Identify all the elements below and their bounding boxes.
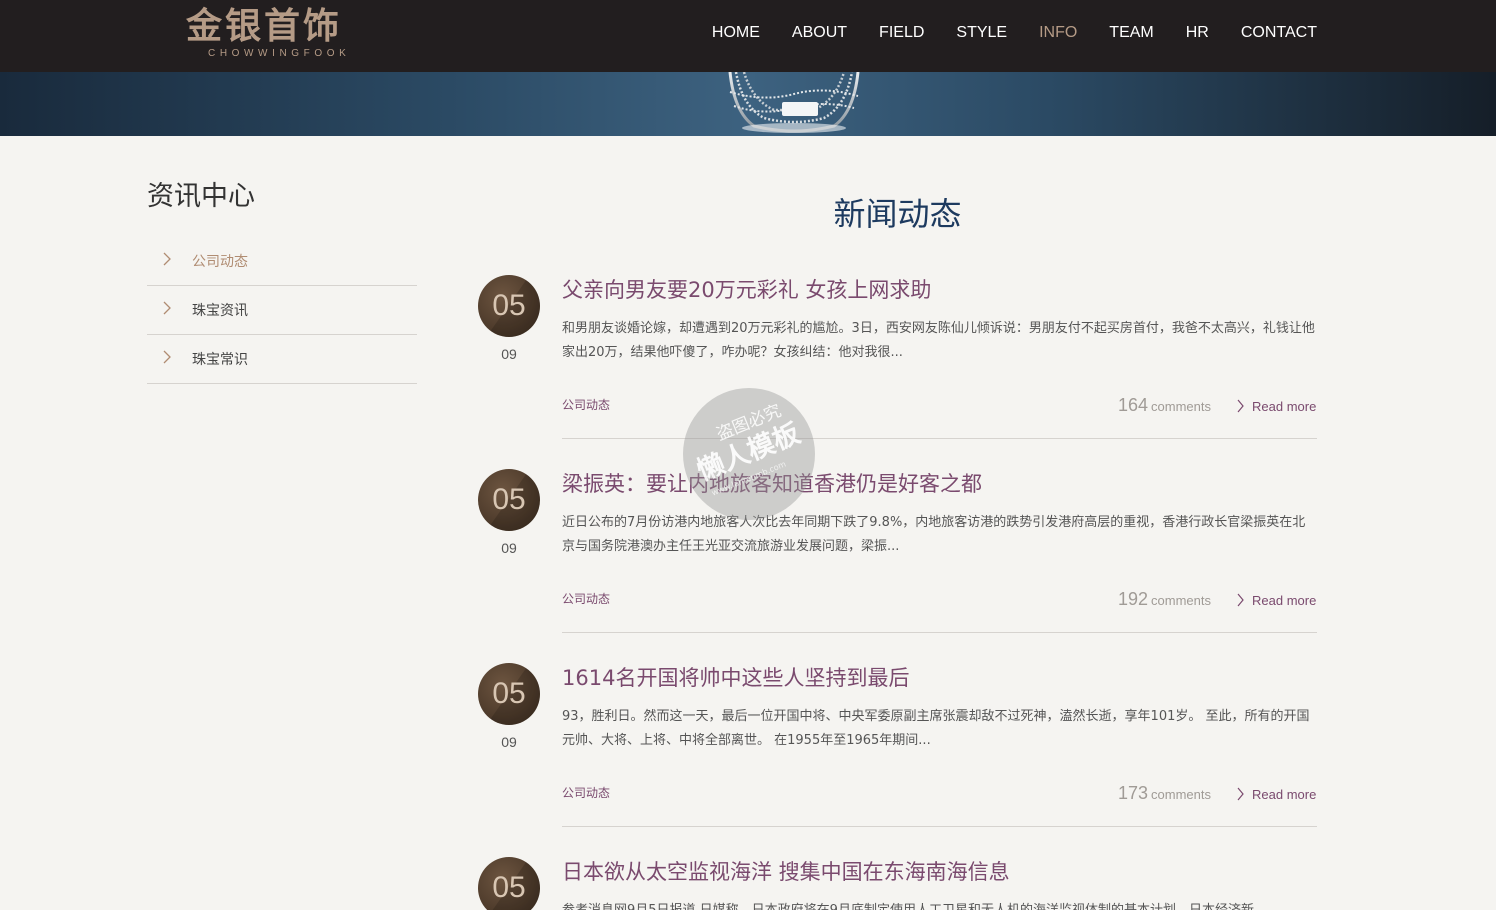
- date-day: 05: [492, 483, 526, 516]
- nav-item-about[interactable]: ABOUT: [792, 22, 847, 44]
- chevron-right-icon: [163, 252, 171, 266]
- brand-name-cn: 金银首饰: [186, 5, 343, 47]
- date-badge: 05: [478, 469, 540, 531]
- comment-word: comments: [1151, 787, 1211, 802]
- article-item: 05 09 1614名开国将帅中这些人坚持到最后 93，胜利日。然而这一天，最后…: [478, 663, 1317, 857]
- article-excerpt: 参考消息网9月5日报道 日媒称，日本政府将在9月底制定使用人工卫星和无人机的海洋…: [562, 899, 1317, 910]
- article-title[interactable]: 梁振英：要让内地旅客知道香港仍是好客之都: [562, 469, 1317, 499]
- date-day: 05: [492, 289, 526, 322]
- article-title[interactable]: 父亲向男友要20万元彩礼 女孩上网求助: [562, 275, 1317, 305]
- read-more-link[interactable]: Read more: [1236, 398, 1317, 416]
- date-badge: 05: [478, 275, 540, 337]
- chevron-right-icon: [1237, 593, 1244, 607]
- divider: [562, 438, 1317, 439]
- date-month: 09: [501, 346, 517, 362]
- sidebar-item-label: 公司动态: [192, 254, 248, 270]
- watermark-badge: 盗图必究 懒人模板 www.lanrenmb.com: [683, 388, 815, 520]
- sidebar-title: 资讯中心: [147, 181, 255, 212]
- sidebar-item-company-news[interactable]: 公司动态: [147, 237, 417, 286]
- sidebar-item-jewelry-knowledge[interactable]: 珠宝常识: [147, 335, 417, 384]
- article-excerpt: 93，胜利日。然而这一天，最后一位开国中将、中央军委原副主席张震却敌不过死神，溘…: [562, 709, 1310, 748]
- chevron-right-icon: [163, 301, 171, 315]
- brand-name-en: CHOWWINGFOOK: [208, 48, 351, 59]
- date-badge: 05: [478, 857, 540, 910]
- comment-number: 164: [1117, 395, 1149, 415]
- main-nav: HOME ABOUT FIELD STYLE INFO TEAM HR CONT…: [712, 22, 1317, 44]
- nav-item-contact[interactable]: CONTACT: [1241, 22, 1317, 44]
- chevron-right-icon: [1237, 787, 1244, 801]
- brand-logo[interactable]: 金银首饰 CHOWWINGFOOK: [186, 6, 406, 64]
- read-more-link[interactable]: Read more: [1236, 592, 1317, 610]
- site-header: 金银首饰 CHOWWINGFOOK HOME ABOUT FIELD STYLE…: [0, 0, 1496, 72]
- read-more-label: Read more: [1252, 593, 1317, 608]
- article-item: 05 09 父亲向男友要20万元彩礼 女孩上网求助 和男朋友谈婚论嫁，却遭遇到2…: [478, 275, 1317, 469]
- comment-word: comments: [1151, 399, 1211, 414]
- article-category[interactable]: 公司动态: [562, 785, 610, 801]
- divider: [562, 826, 1317, 827]
- nav-item-hr[interactable]: HR: [1186, 22, 1209, 44]
- date-day: 05: [492, 677, 526, 710]
- read-more-label: Read more: [1252, 787, 1317, 802]
- comment-number: 192: [1117, 589, 1149, 609]
- article-category[interactable]: 公司动态: [562, 591, 610, 607]
- sidebar-item-label: 珠宝常识: [192, 352, 248, 368]
- read-more-link[interactable]: Read more: [1236, 786, 1317, 804]
- nav-item-team[interactable]: TEAM: [1109, 22, 1153, 44]
- page-title: 新闻动态: [833, 195, 962, 233]
- comment-number: 173: [1117, 783, 1149, 803]
- nav-item-field[interactable]: FIELD: [879, 22, 924, 44]
- article-title[interactable]: 日本欲从太空监视海洋 搜集中国在东海南海信息: [562, 857, 1317, 887]
- article-item: 05 09 梁振英：要让内地旅客知道香港仍是好客之都 近日公布的7月份访港内地旅…: [478, 469, 1317, 663]
- comment-count: 164 comments: [1117, 393, 1211, 419]
- sidebar-item-label: 珠宝资讯: [192, 303, 248, 319]
- nav-item-style[interactable]: STYLE: [956, 22, 1007, 44]
- chevron-right-icon: [163, 350, 171, 364]
- article-title[interactable]: 1614名开国将帅中这些人坚持到最后: [562, 663, 1317, 693]
- article-excerpt: 近日公布的7月份访港内地旅客人次比去年同期下跌了9.8%，内地旅客访港的跌势引发…: [562, 515, 1306, 554]
- divider: [562, 632, 1317, 633]
- date-month: 09: [501, 540, 517, 556]
- comment-count: 173 comments: [1117, 781, 1211, 807]
- sidebar-item-jewelry-news[interactable]: 珠宝资讯: [147, 286, 417, 335]
- sidebar-menu: 公司动态 珠宝资讯 珠宝常识: [147, 237, 417, 384]
- article-excerpt: 和男朋友谈婚论嫁，却遭遇到20万元彩礼的尴尬。3日，西安网友陈仙儿倾诉说：男朋友…: [562, 321, 1315, 360]
- date-badge: 05: [478, 663, 540, 725]
- nav-item-info[interactable]: INFO: [1039, 22, 1077, 44]
- article-category[interactable]: 公司动态: [562, 397, 610, 413]
- ring-image: [728, 72, 860, 133]
- article-item: 05 日本欲从太空监视海洋 搜集中国在东海南海信息 参考消息网9月5日报道 日媒…: [478, 857, 1317, 910]
- read-more-label: Read more: [1252, 399, 1317, 414]
- date-day: 05: [492, 871, 526, 904]
- chevron-right-icon: [1237, 399, 1244, 413]
- nav-item-home[interactable]: HOME: [712, 22, 760, 44]
- comment-word: comments: [1151, 593, 1211, 608]
- comment-count: 192 comments: [1117, 587, 1211, 613]
- date-month: 09: [501, 734, 517, 750]
